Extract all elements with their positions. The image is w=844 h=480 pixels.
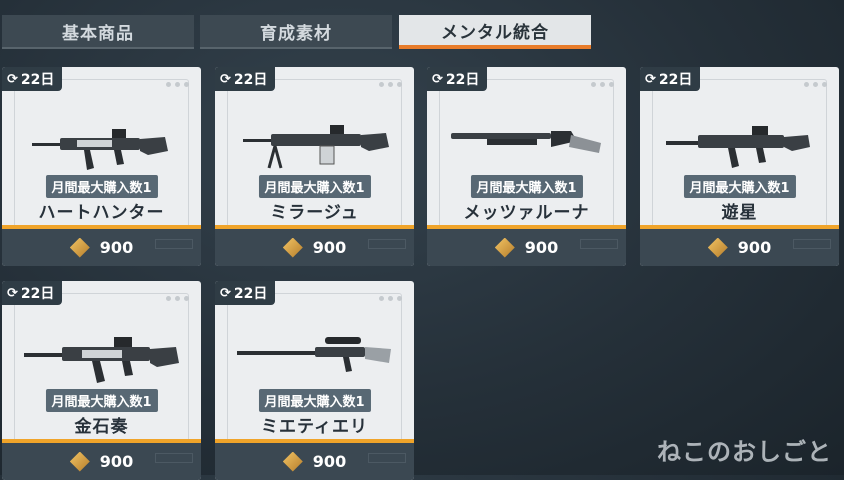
- refresh-icon: ⟳: [432, 71, 443, 87]
- monthly-limit-label: 月間最大購入数1: [45, 175, 158, 198]
- item-name: ミエティエリ: [261, 417, 368, 437]
- monthly-limit-label: 月間最大購入数1: [683, 175, 796, 198]
- price-value: 900: [312, 452, 347, 471]
- currency-icon: [282, 237, 303, 258]
- restock-badge: ⟳ 22日: [640, 67, 700, 91]
- decorative-tag: [155, 453, 193, 463]
- shop-item-card[interactable]: ⟳ 22日 月間最大購入数1 ミエティエリ 900: [215, 281, 414, 480]
- decorative-tag: [155, 239, 193, 249]
- refresh-icon: ⟳: [645, 71, 656, 87]
- decorative-tag: [793, 239, 831, 249]
- monthly-limit-label: 月間最大購入数1: [45, 389, 158, 412]
- restock-days: 22日: [658, 72, 693, 88]
- decorative-dots: [804, 82, 827, 87]
- shop-item-card[interactable]: ⟳ 22日 月間最大購入数1 ハートハンター 900: [2, 67, 201, 266]
- decorative-dots: [166, 296, 189, 301]
- restock-days: 22日: [445, 72, 480, 88]
- decorative-tag: [580, 239, 618, 249]
- monthly-limit-label: 月間最大購入数1: [470, 175, 583, 198]
- decorative-dots: [591, 82, 614, 87]
- price-value: 900: [99, 238, 134, 257]
- tab-training-materials[interactable]: 育成素材: [200, 15, 392, 49]
- decorative-dots: [379, 82, 402, 87]
- restock-badge: ⟳ 22日: [215, 281, 275, 305]
- restock-days: 22日: [20, 286, 55, 302]
- item-name: 金石奏: [74, 417, 129, 437]
- refresh-icon: ⟳: [7, 71, 18, 87]
- item-name: メッツァルーナ: [463, 203, 590, 223]
- category-tabs: 基本商品 育成素材 メンタル統合: [2, 15, 602, 51]
- currency-icon: [494, 237, 515, 258]
- currency-icon: [69, 237, 90, 258]
- currency-icon: [707, 237, 728, 258]
- refresh-icon: ⟳: [220, 71, 231, 87]
- monthly-limit-label: 月間最大購入数1: [258, 389, 371, 412]
- refresh-icon: ⟳: [7, 285, 18, 301]
- item-name: ミラージュ: [270, 203, 359, 223]
- watermark-text: ねこのおしごと: [657, 438, 832, 466]
- item-name: ハートハンター: [38, 203, 165, 223]
- tab-label: 基本商品: [62, 23, 134, 44]
- price-value: 900: [99, 452, 134, 471]
- restock-days: 22日: [233, 286, 268, 302]
- restock-days: 22日: [20, 72, 55, 88]
- restock-badge: ⟳ 22日: [2, 67, 62, 91]
- tab-label: メンタル統合: [441, 22, 549, 43]
- restock-badge: ⟳ 22日: [2, 281, 62, 305]
- tab-mental-integration[interactable]: メンタル統合: [399, 15, 591, 49]
- currency-icon: [282, 451, 303, 472]
- tab-basic-items[interactable]: 基本商品: [2, 15, 194, 49]
- shop-item-card[interactable]: ⟳ 22日 月間最大購入数1 ミラージュ 900: [215, 67, 414, 266]
- currency-icon: [69, 451, 90, 472]
- price-value: 900: [312, 238, 347, 257]
- decorative-tag: [368, 453, 406, 463]
- item-name: 遊星: [721, 203, 758, 223]
- restock-badge: ⟳ 22日: [215, 67, 275, 91]
- shop-item-card[interactable]: ⟳ 22日 月間最大購入数1 金石奏 900: [2, 281, 201, 480]
- refresh-icon: ⟳: [220, 285, 231, 301]
- decorative-tag: [368, 239, 406, 249]
- decorative-dots: [166, 82, 189, 87]
- tab-label: 育成素材: [260, 23, 332, 44]
- shop-item-card[interactable]: ⟳ 22日 月間最大購入数1 遊星 900: [640, 67, 839, 266]
- monthly-limit-label: 月間最大購入数1: [258, 175, 371, 198]
- shop-item-card[interactable]: ⟳ 22日 月間最大購入数1 メッツァルーナ 900: [427, 67, 626, 266]
- restock-badge: ⟳ 22日: [427, 67, 487, 91]
- decorative-dots: [379, 296, 402, 301]
- restock-days: 22日: [233, 72, 268, 88]
- price-value: 900: [524, 238, 559, 257]
- price-value: 900: [737, 238, 772, 257]
